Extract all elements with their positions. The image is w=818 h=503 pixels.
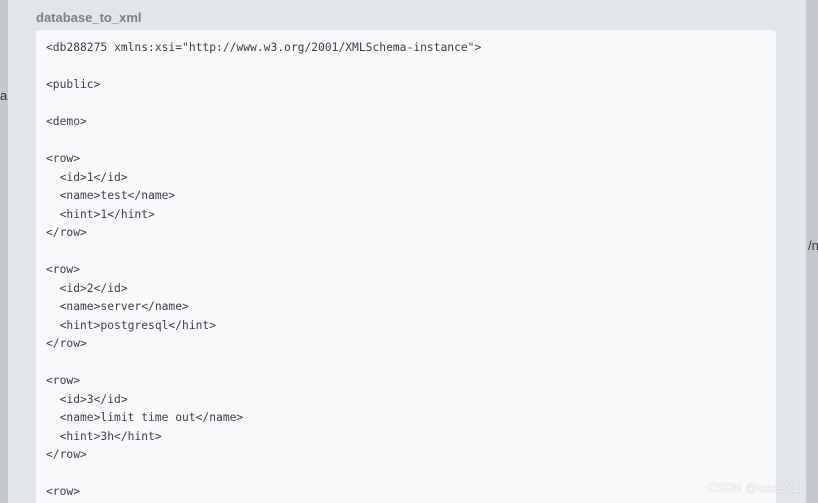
background-text-fragment: a [0, 88, 8, 103]
background-text-fragment: /n [808, 238, 818, 253]
xml-preview-dialog: database_to_xml <db288275 xmlns:xsi="htt… [8, 0, 806, 503]
code-panel[interactable]: <db288275 xmlns:xsi="http://www.w3.org/2… [36, 30, 776, 503]
xml-code-content: <db288275 xmlns:xsi="http://www.w3.org/2… [46, 41, 482, 498]
watermark: CSDN @tcsecXD [707, 481, 802, 495]
dialog-title: database_to_xml [36, 10, 142, 25]
